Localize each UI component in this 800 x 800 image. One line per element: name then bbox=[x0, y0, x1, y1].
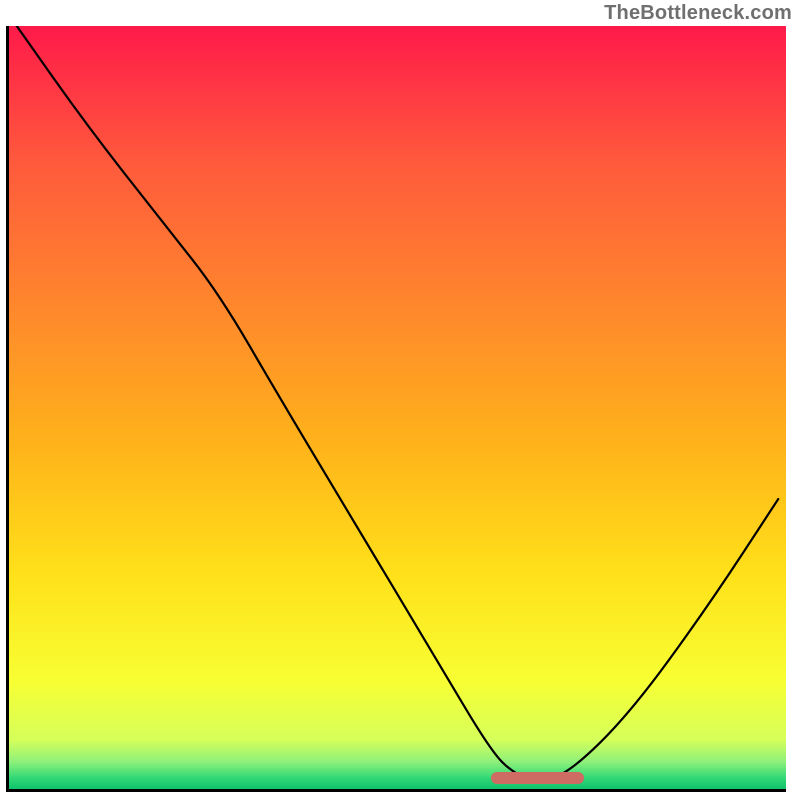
background-gradient bbox=[9, 26, 786, 789]
plot-area bbox=[9, 26, 786, 789]
watermark: TheBottleneck.com bbox=[604, 2, 792, 25]
